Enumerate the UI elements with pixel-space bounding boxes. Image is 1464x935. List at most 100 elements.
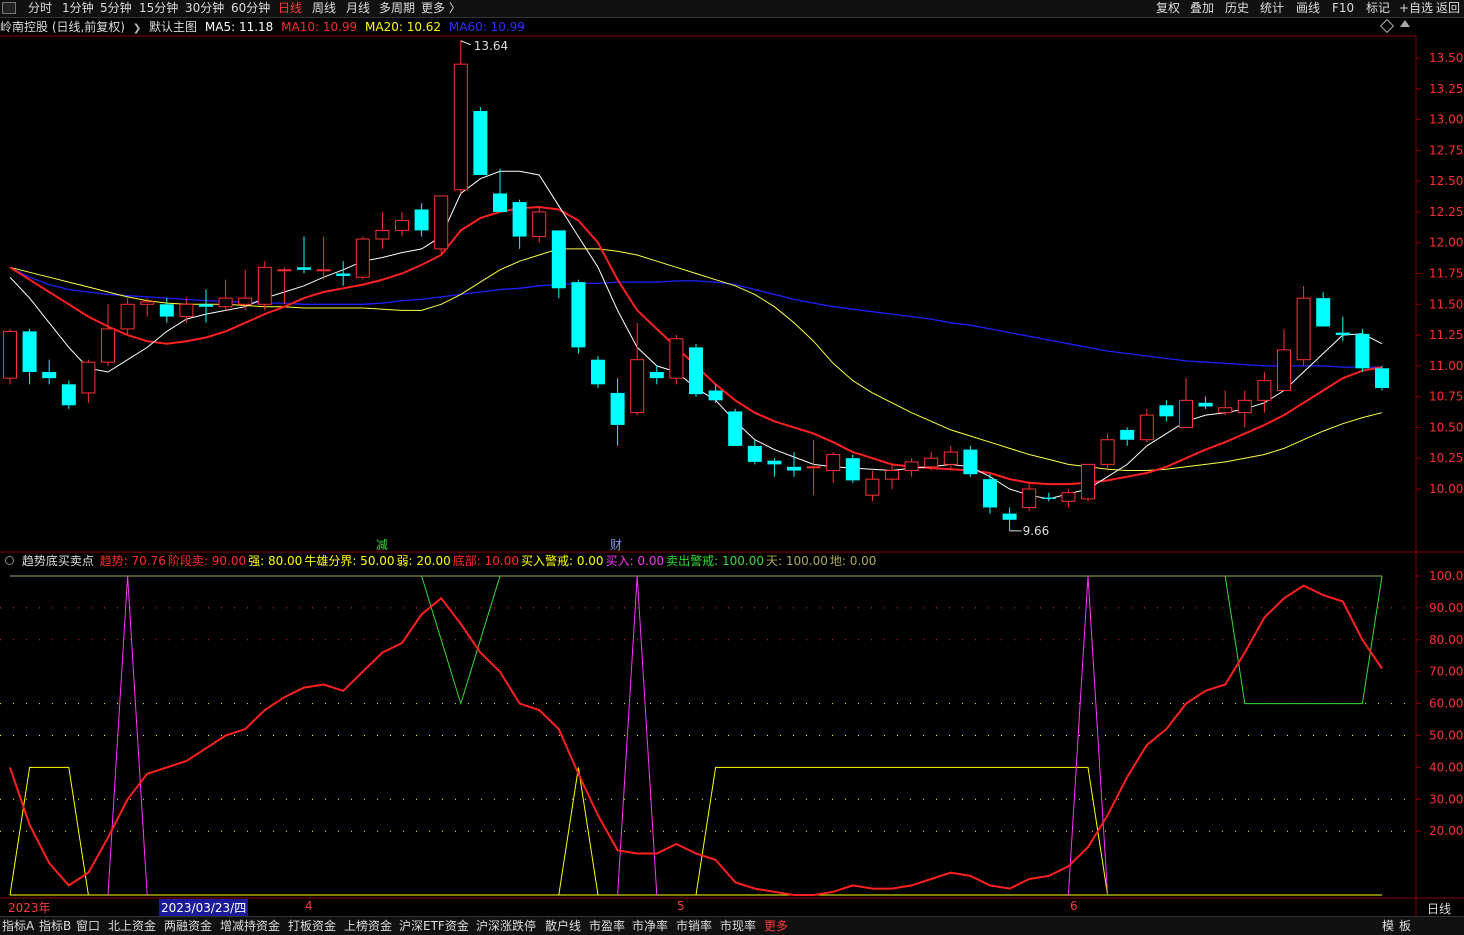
candle-body xyxy=(1120,429,1135,440)
candle-body xyxy=(179,303,194,318)
candle xyxy=(336,261,351,286)
candle xyxy=(1061,489,1076,508)
bottom-tab[interactable]: 散户线 xyxy=(545,917,581,935)
candle xyxy=(885,464,899,489)
candle xyxy=(395,211,409,237)
indicator-tick-label: 40.00 xyxy=(1429,760,1463,774)
bottom-tab[interactable]: 两融资金 xyxy=(164,917,212,935)
candle-body xyxy=(1061,492,1076,502)
price-tick-label: 13.50 xyxy=(1429,51,1463,65)
period-label[interactable]: 日线 xyxy=(1427,900,1451,917)
candle-body xyxy=(943,451,958,465)
candle-body xyxy=(904,461,919,472)
candle xyxy=(1198,396,1213,409)
price-tick-label: 10.25 xyxy=(1429,451,1463,465)
bottom-tab[interactable]: 打板资金 xyxy=(288,917,336,935)
candle xyxy=(1355,328,1370,373)
candle xyxy=(591,356,605,389)
candle-body xyxy=(924,457,939,468)
low-label: 9.66 xyxy=(1023,524,1050,538)
bottom-tab[interactable]: 市盈率 xyxy=(589,917,625,935)
candle xyxy=(610,378,625,446)
chart-canvas: 13.50 13.25 13.00 12.75 12.50 12.25 12.00 11.75… xyxy=(0,35,1464,916)
candle xyxy=(904,458,919,477)
indicator-tick-label: 90.00 xyxy=(1429,601,1463,615)
bottom-tab[interactable]: 市现率 xyxy=(720,917,756,935)
candle xyxy=(1120,427,1135,446)
price-tick-label: 11.50 xyxy=(1429,297,1463,311)
price-tick-label: 12.50 xyxy=(1429,174,1463,188)
candle xyxy=(1139,408,1154,443)
candle xyxy=(865,470,880,502)
bottom-tab[interactable]: 更多 xyxy=(764,917,788,935)
bottom-right-button[interactable]: 模 xyxy=(1382,917,1394,935)
date-axis: 2023年 2023/03/23/四 4 5 6 xyxy=(0,899,1416,916)
trend-line xyxy=(9,584,1383,896)
candle-body xyxy=(669,338,684,379)
candle xyxy=(728,408,743,446)
price-tick-label: 11.00 xyxy=(1429,359,1463,373)
indicator-tick-label: 30.00 xyxy=(1429,792,1463,806)
candle-body xyxy=(512,202,527,237)
candle xyxy=(414,203,429,237)
candle xyxy=(1316,291,1331,327)
candle-body xyxy=(1081,463,1095,500)
candle-body xyxy=(1139,414,1154,441)
candle xyxy=(3,328,17,385)
candle-body xyxy=(277,269,292,272)
indicator-tick-label: 50.00 xyxy=(1429,729,1463,743)
candle-body xyxy=(532,211,547,238)
bottom-tab[interactable]: 市净率 xyxy=(632,917,668,935)
candle-body xyxy=(1179,399,1193,428)
candle-body xyxy=(101,328,115,363)
candle xyxy=(101,304,115,366)
candle xyxy=(767,458,782,477)
candle-body xyxy=(806,466,821,469)
candle xyxy=(1335,316,1350,342)
candle xyxy=(630,322,645,416)
bottom-tab[interactable]: 市销率 xyxy=(676,917,712,935)
candle-body xyxy=(434,195,449,250)
candle xyxy=(1277,328,1291,391)
candle-body xyxy=(297,267,311,270)
candle-body xyxy=(1218,407,1233,414)
bottom-tab[interactable]: 上榜资金 xyxy=(344,917,392,935)
candle-body xyxy=(493,193,507,212)
bottom-tab[interactable]: 北上资金 xyxy=(108,917,156,935)
candle-body xyxy=(316,269,331,272)
price-tick-label: 10.00 xyxy=(1429,482,1463,496)
candle-body xyxy=(983,479,997,508)
candle-body xyxy=(591,359,605,385)
price-tick-label: 11.75 xyxy=(1429,267,1463,281)
indicator-tick-label: 60.00 xyxy=(1429,697,1463,711)
candle-body xyxy=(551,230,566,289)
candle-body xyxy=(649,372,664,379)
marker-jian: 减 xyxy=(376,538,388,552)
candle-body xyxy=(630,359,645,414)
candle-body xyxy=(571,282,586,348)
bottom-tab[interactable]: 指标A xyxy=(2,917,34,935)
indicator-tick-label: 70.00 xyxy=(1429,665,1463,679)
candle-body xyxy=(1316,298,1331,327)
candle xyxy=(689,343,703,397)
bottom-tab[interactable]: 窗口 xyxy=(76,917,100,935)
price-tick-label: 13.00 xyxy=(1429,113,1463,127)
candle xyxy=(943,445,958,471)
candle xyxy=(1159,400,1174,422)
candle xyxy=(1041,492,1056,502)
bottom-tab[interactable]: 增减持资金 xyxy=(220,917,280,935)
bottom-tabbar: 指标A 指标B 窗口 北上资金 两融资金 增减持资金 打板资金 上榜资金 沪深ETF资金 沪深涨跌… xyxy=(0,916,1464,935)
candle xyxy=(1081,463,1095,502)
bottom-right-button[interactable]: 板 xyxy=(1399,917,1411,935)
candle xyxy=(218,279,233,311)
candle-body xyxy=(826,454,841,472)
candle-body xyxy=(22,331,37,373)
candle xyxy=(1002,507,1017,531)
candle-body xyxy=(689,347,703,395)
candle xyxy=(277,267,292,305)
price-tick-label: 11.25 xyxy=(1429,328,1463,342)
bottom-tab[interactable]: 指标B xyxy=(39,917,71,935)
bottom-tab[interactable]: 沪深涨跌停 xyxy=(476,917,536,935)
bottom-tab[interactable]: 沪深ETF资金 xyxy=(399,917,469,935)
high-label: 13.64 xyxy=(474,39,508,53)
